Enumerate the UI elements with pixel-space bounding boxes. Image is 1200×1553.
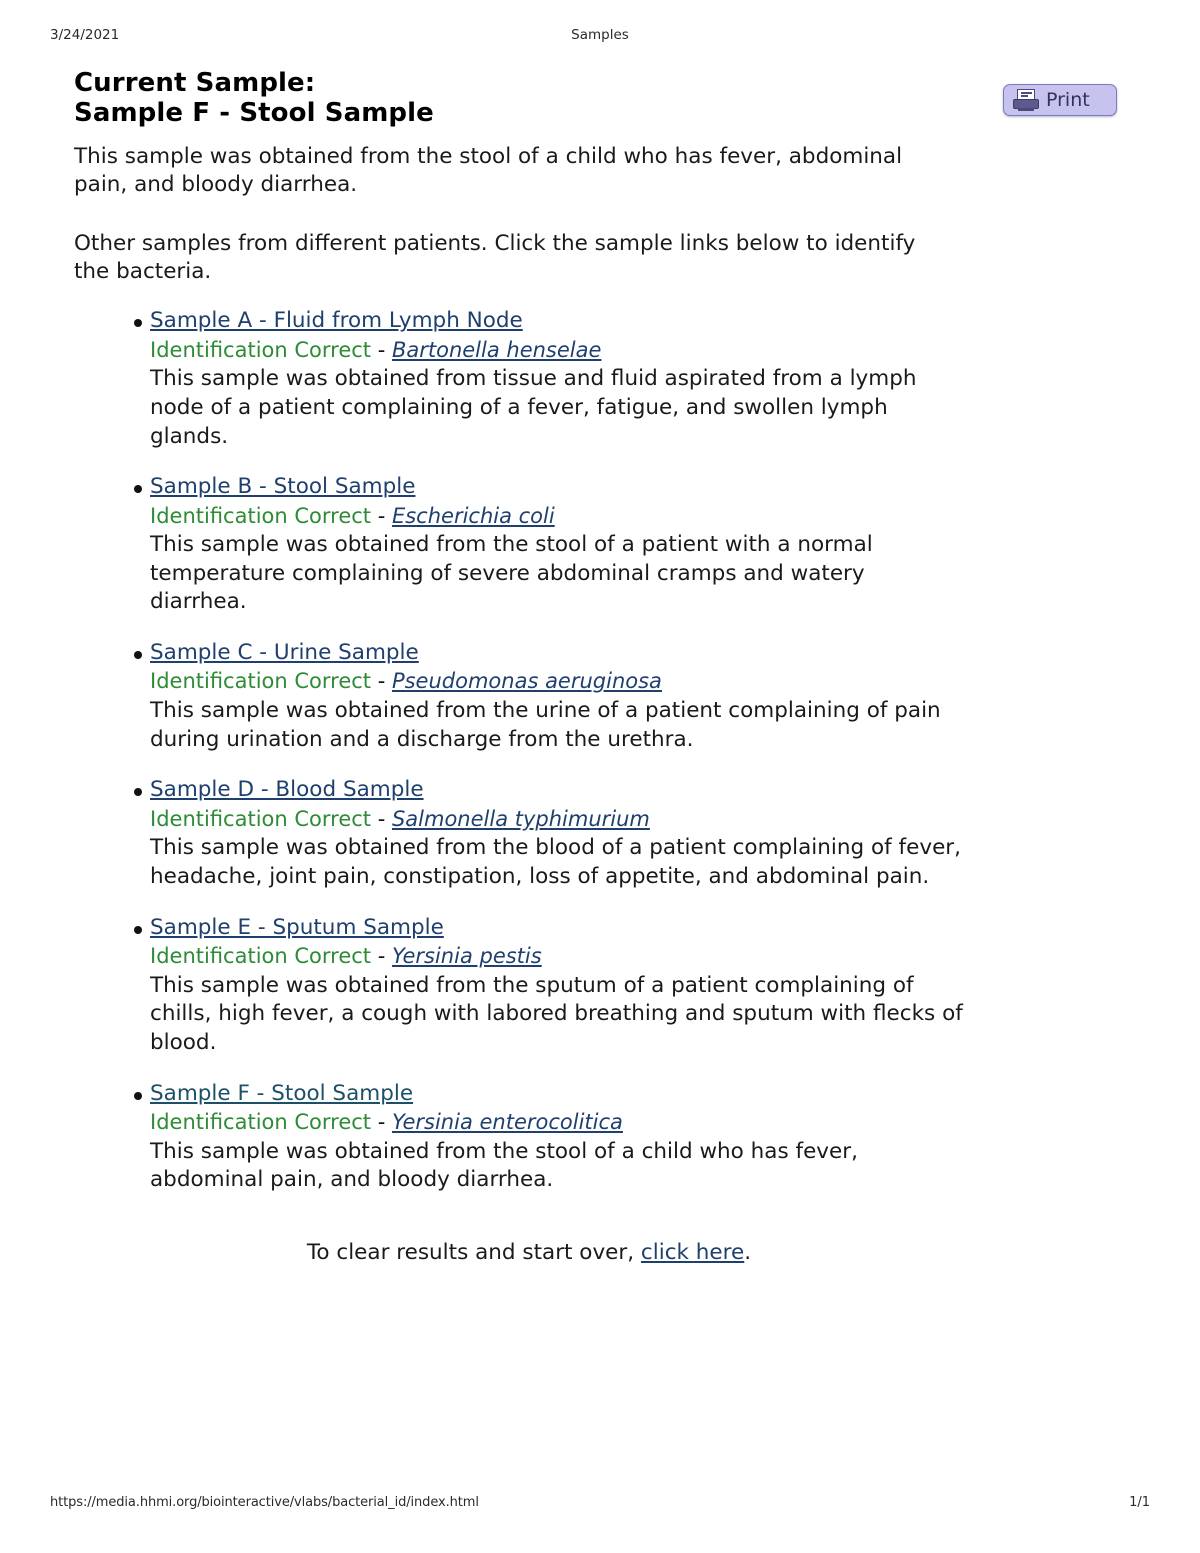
printer-icon [1013,89,1039,111]
list-item: Sample D - Blood Sample Identification C… [74,776,964,891]
restart-line: To clear results and start over, click h… [74,1239,964,1267]
identification-dash: - [371,337,392,362]
identification-dash: - [371,1109,392,1134]
identification-line: Identification Correct - Bartonella hens… [150,337,964,365]
sample-link-c[interactable]: Sample C - Urine Sample [150,639,419,667]
print-header-title: Samples [571,27,629,43]
sample-description-b: This sample was obtained from the stool … [150,532,873,615]
document-content: Current Sample: Sample F - Stool Sample … [74,68,964,1267]
identification-dash: - [371,944,392,968]
print-footer-url: https://media.hhmi.org/biointeractive/vl… [50,1495,479,1510]
printer-tray [1018,108,1034,111]
sample-description-d: This sample was obtained from the blood … [150,835,961,890]
species-link-a[interactable]: Bartonella henselae [392,338,601,362]
identification-line: Identification Correct - Yersinia pestis [150,943,964,971]
identification-line: Identification Correct - Escherichia col… [150,503,964,531]
sample-link-f[interactable]: Sample F - Stool Sample [150,1080,413,1108]
sample-link-b[interactable]: Sample B - Stool Sample [150,473,415,501]
page-title: Current Sample: Sample F - Stool Sample [74,68,964,129]
list-item: Sample C - Urine Sample Identification C… [74,639,964,754]
species-link-f[interactable]: Yersinia enterocolitica [392,1110,623,1134]
identification-status-a: Identification Correct [150,337,372,362]
list-item: Sample E - Sputum Sample Identification … [74,914,964,1058]
identification-line: Identification Correct - Pseudomonas aer… [150,668,964,696]
sample-link-a[interactable]: Sample A - Fluid from Lymph Node [150,307,523,335]
identification-line: Identification Correct - Salmonella typh… [150,806,964,834]
identification-dash: - [371,503,392,528]
print-footer: https://media.hhmi.org/biointeractive/vl… [50,1495,1150,1513]
sample-description-c: This sample was obtained from the urine … [150,698,941,752]
restart-suffix: . [744,1239,752,1265]
restart-link[interactable]: click here [641,1240,744,1265]
species-link-b[interactable]: Escherichia coli [392,504,555,528]
identification-status-b: Identification Correct [150,503,372,528]
page-title-line-1: Current Sample: [74,68,316,98]
identification-line: Identification Correct - Yersinia entero… [150,1109,964,1137]
identification-status-e: Identification Correct [150,944,372,968]
identification-status-d: Identification Correct [150,806,372,831]
list-item: Sample F - Stool Sample Identification C… [74,1080,964,1195]
identification-dash: - [371,806,392,831]
page-title-line-2: Sample F - Stool Sample [74,98,434,129]
print-button[interactable]: Print [1003,84,1117,116]
print-button-label: Print [1046,88,1090,111]
identification-status-f: Identification Correct [150,1109,372,1134]
species-link-e[interactable]: Yersinia pestis [392,944,542,968]
current-sample-description: This sample was obtained from the stool … [74,143,903,198]
print-header: 3/24/2021 Samples [50,27,1150,45]
sample-link-e[interactable]: Sample E - Sputum Sample [150,914,444,942]
sample-link-d[interactable]: Sample D - Blood Sample [150,776,424,804]
identification-dash: - [371,669,392,694]
species-link-c[interactable]: Pseudomonas aeruginosa [392,669,662,693]
sample-description-a: This sample was obtained from tissue and… [150,366,917,449]
restart-prefix: To clear results and start over, [306,1239,641,1265]
identification-status-c: Identification Correct [150,669,372,694]
list-item: Sample B - Stool Sample Identification C… [74,473,964,617]
sample-description-e: This sample was obtained from the sputum… [150,972,963,1055]
document-page: 3/24/2021 Samples Print Current Sample: … [0,0,1200,1553]
instructions-text: Other samples from different patients. C… [74,230,916,284]
sample-description-f: This sample was obtained from the stool … [150,1138,858,1193]
print-footer-page: 1/1 [1129,1495,1150,1510]
sample-list: Sample A - Fluid from Lymph Node Identif… [74,307,964,1194]
species-link-d[interactable]: Salmonella typhimurium [392,807,650,831]
list-item: Sample A - Fluid from Lymph Node Identif… [74,307,964,451]
